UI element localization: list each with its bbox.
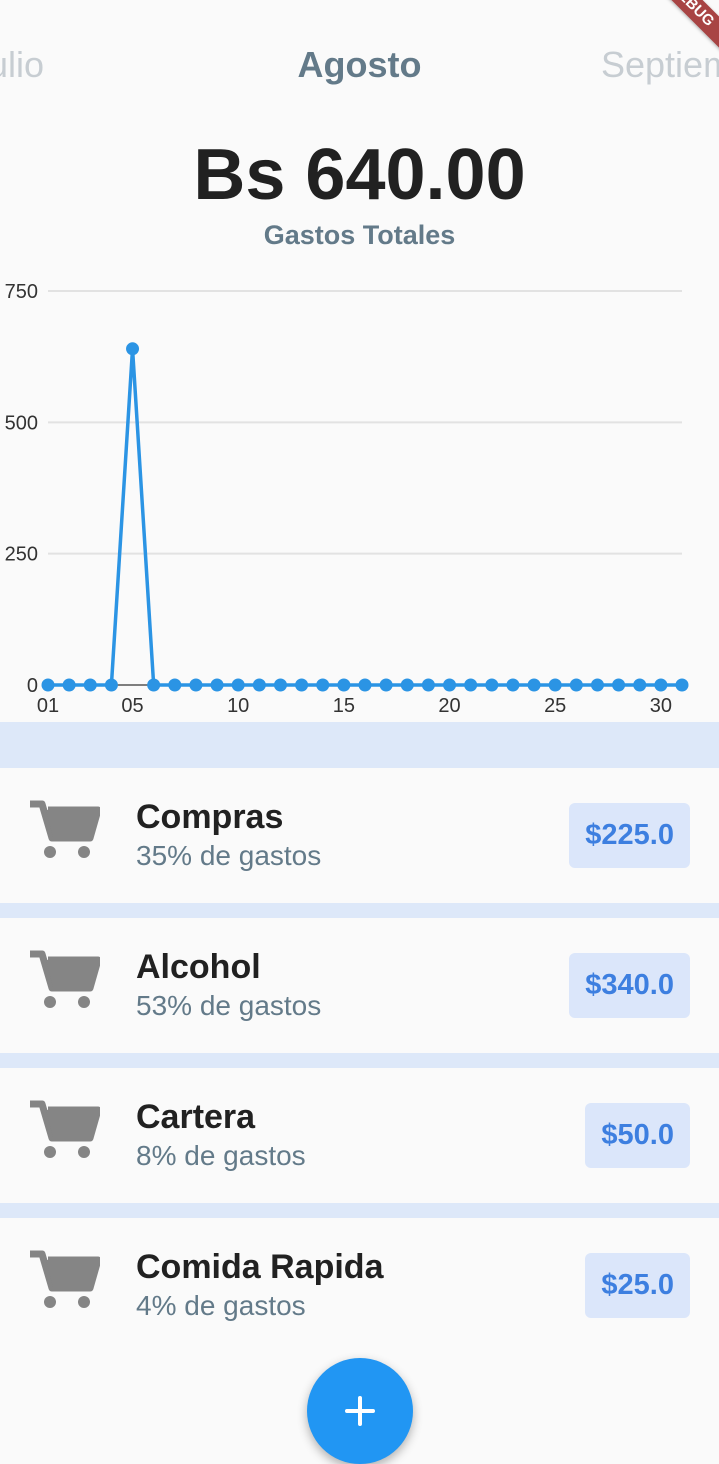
month-next[interactable]: Septiembre [601,44,719,86]
shopping-cart-icon [30,800,100,858]
data-point [316,678,330,692]
data-point [126,342,140,356]
category-percentage: 8% de gastos [136,1140,306,1171]
category-amount-badge: $50.0 [585,1103,690,1168]
section-divider [0,722,719,768]
data-point [337,678,351,692]
category-percentage: 53% de gastos [136,990,322,1021]
data-point [189,678,203,692]
category-amount-badge: $25.0 [585,1253,690,1318]
data-point [590,678,604,692]
category-title: Alcohol [136,948,261,986]
data-point [231,678,245,692]
add-expense-button[interactable] [307,1358,413,1464]
data-point [168,678,182,692]
data-point [421,678,435,692]
category-percentage: 4% de gastos [136,1290,306,1321]
data-point [506,678,520,692]
data-point [443,678,457,692]
data-point [295,678,309,692]
month-selector[interactable]: Julio Agosto Septiembre [0,40,719,96]
data-point [252,678,266,692]
category-percentage: 35% de gastos [136,840,322,871]
daily-expenses-chart: 750 500 250 001 05 10 15 20 25 30 [5,281,689,717]
data-point [273,678,287,692]
x-tick-label: 30 [650,695,672,717]
category-item-cartera[interactable]: Cartera 8% de gastos $50.0 [0,1068,719,1218]
shopping-cart-icon [30,950,100,1008]
total-amount: Bs 640.00 [193,135,526,215]
data-point [379,678,393,692]
data-point [527,678,541,692]
data-point [654,678,668,692]
y-tick-label: 750 [5,281,38,303]
data-point [41,678,55,692]
category-amount-badge: $225.0 [569,803,690,868]
category-amount-badge: $340.0 [569,953,690,1018]
data-point [485,678,499,692]
category-title: Cartera [136,1098,256,1136]
series-line [48,347,682,687]
data-point [612,678,626,692]
data-point [464,678,478,692]
x-tick-label: 15 [333,695,355,717]
category-title: Comida Rapida [136,1248,384,1286]
category-list: Compras 35% de gastos $225.0 Alcohol 53%… [0,768,719,1353]
y-tick-label: 500 [5,412,38,434]
x-tick-label: 20 [438,695,460,717]
x-tick-label: 10 [227,695,249,717]
plus-icon [345,1396,375,1426]
data-point [633,678,647,692]
x-tick-label: 01 [37,695,59,717]
data-point [83,678,97,692]
data-point [400,678,414,692]
category-item-alcohol[interactable]: Alcohol 53% de gastos $340.0 [0,918,719,1068]
y-tick-label: 0 [27,675,38,697]
data-point [358,678,372,692]
category-item-compras[interactable]: Compras 35% de gastos $225.0 [0,768,719,918]
total-label: Gastos Totales [263,220,456,250]
data-point [675,678,689,692]
data-point [210,678,224,692]
shopping-cart-icon [30,1250,100,1308]
data-point [104,678,118,692]
data-point [569,678,583,692]
category-item-comida-rapida[interactable]: Comida Rapida 4% de gastos $25.0 [0,1218,719,1353]
data-point [548,678,562,692]
y-tick-label: 250 [5,544,38,566]
x-tick-label: 05 [121,695,143,717]
shopping-cart-icon [30,1100,100,1158]
data-point [147,678,161,692]
x-tick-label: 25 [544,695,566,717]
category-title: Compras [136,798,284,836]
data-point [62,678,76,692]
